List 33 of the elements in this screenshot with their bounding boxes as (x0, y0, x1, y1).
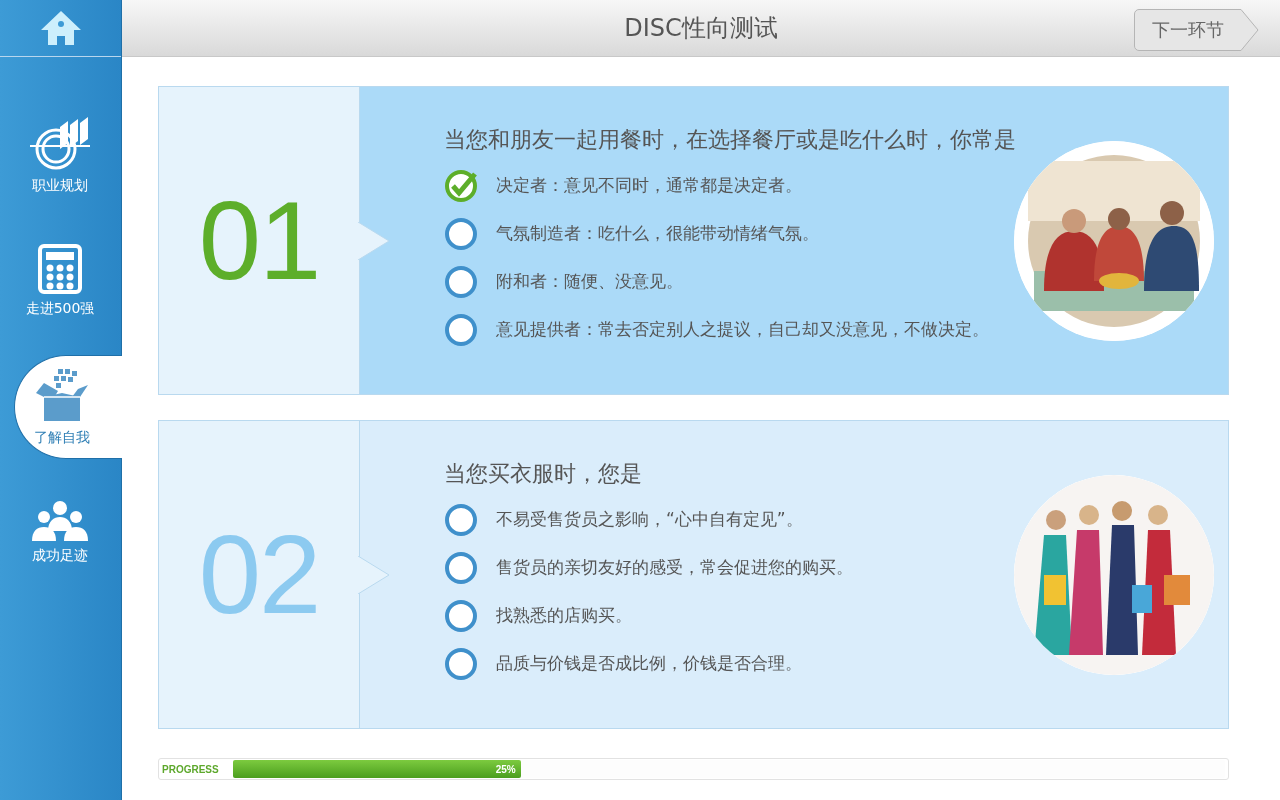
radio-button[interactable] (444, 502, 478, 537)
logo-icon (28, 115, 92, 171)
radio-button[interactable] (444, 312, 478, 347)
sidebar-item[interactable]: 了解自我 (14, 355, 122, 459)
answer-option[interactable]: 售货员的亲切友好的感受，常会促进您的购买。 (444, 550, 853, 585)
check-icon[interactable] (444, 168, 478, 203)
question-number: 02 (198, 511, 320, 639)
next-button[interactable]: 下一环节 (1134, 9, 1260, 51)
answer-option[interactable]: 意见提供者：常去否定别人之提议，自己却又没意见，不做决定。 (444, 312, 1016, 347)
progress-label: PROGRESS (162, 763, 220, 775)
question-text: 当您和朋友一起用餐时，在选择餐厅或是吃什么时，你常是 (444, 125, 1016, 154)
sidebar-item[interactable]: 职业规划 (13, 103, 121, 207)
answer-option[interactable]: 附和者：随便、没意见。 (444, 264, 1016, 299)
box-icon (33, 367, 90, 423)
sidebar-item[interactable]: 成功足迹 (13, 481, 121, 585)
answer-option[interactable]: 决定者：意见不同时，通常都是决定者。 (444, 168, 1016, 203)
progress-reading: 25% (495, 763, 517, 775)
home-icon[interactable] (39, 10, 82, 46)
radio-button[interactable] (444, 550, 478, 585)
radio-button[interactable] (444, 264, 478, 299)
radio-button[interactable] (444, 598, 478, 633)
radio-button[interactable] (444, 216, 478, 251)
sidebar-item[interactable]: 走进500强 (13, 229, 121, 333)
answer-option[interactable]: 不易受售货员之影响，“心中自有定见”。 (444, 502, 853, 537)
answer-option[interactable]: 气氛制造者：吃什么，很能带动情绪气氛。 (444, 216, 1016, 251)
answer-option[interactable]: 找熟悉的店购买。 (444, 598, 853, 633)
question-number: 01 (198, 177, 320, 305)
calculator-icon (38, 244, 82, 294)
radio-button[interactable] (444, 646, 478, 681)
question-text: 当您买衣服时，您是 (444, 459, 643, 488)
people-icon (32, 501, 88, 541)
answer-option[interactable]: 品质与价钱是否成比例，价钱是否合理。 (444, 646, 853, 681)
page-title: DISC性向测试 (624, 13, 778, 44)
